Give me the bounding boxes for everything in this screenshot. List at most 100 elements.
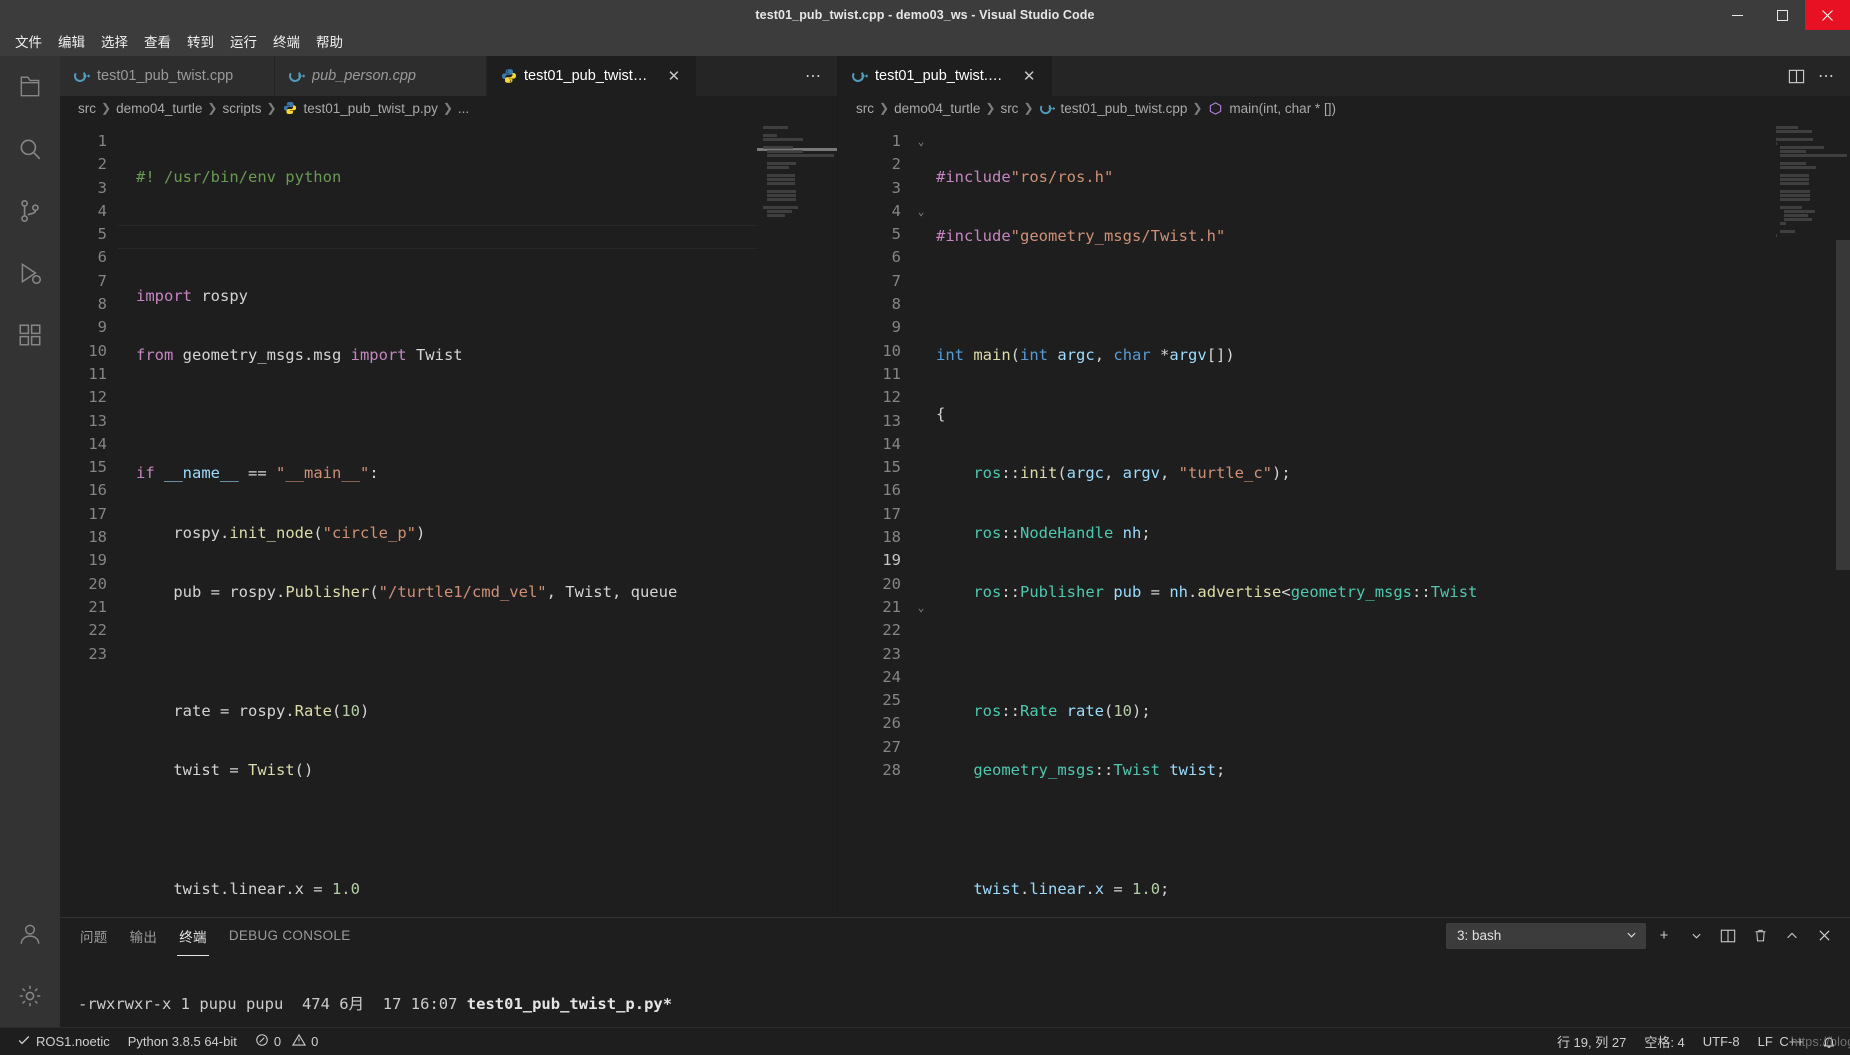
line-number: 7 xyxy=(97,271,107,290)
panel-tab-output[interactable]: 输出 xyxy=(128,922,160,950)
split-terminal-icon[interactable] xyxy=(1714,923,1742,949)
close-panel-icon[interactable] xyxy=(1810,923,1838,949)
breadcrumb-item[interactable]: main(int, char * []) xyxy=(1229,101,1336,116)
activity-account-icon[interactable] xyxy=(0,903,60,965)
menu-go[interactable]: 转到 xyxy=(180,31,221,55)
line-number: 9 xyxy=(97,318,107,337)
tab-test01-pub-twist-cpp-active[interactable]: test01_pub_twist.cpp ✕ xyxy=(838,56,1053,96)
status-encoding[interactable]: UTF-8 xyxy=(1694,1028,1749,1055)
breadcrumb-item[interactable]: test01_pub_twist_p.py xyxy=(304,101,438,116)
left-code-content[interactable]: #! /usr/bin/env python import rospy from… xyxy=(118,120,757,917)
breadcrumb-item[interactable]: src xyxy=(856,101,874,116)
right-vertical-scrollbar[interactable] xyxy=(1836,120,1850,917)
line-number: 24 xyxy=(882,667,901,686)
more-actions-icon[interactable]: ⋯ xyxy=(799,62,827,90)
python-icon xyxy=(282,100,299,117)
minimap-line xyxy=(1780,206,1802,209)
editor-groups: test01_pub_twist.cpp pub_person.cpp test… xyxy=(60,56,1850,917)
tab-label: pub_person.cpp xyxy=(312,68,416,84)
minimize-button[interactable] xyxy=(1715,0,1760,30)
minimap-line xyxy=(1780,166,1816,169)
tab-label: test01_pub_twist_p.py xyxy=(524,68,655,84)
right-tab-actions: ⋯ xyxy=(1782,56,1850,96)
chevron-right-icon: ❯ xyxy=(985,101,996,115)
new-terminal-button[interactable]: + xyxy=(1650,923,1678,949)
line-number: 6 xyxy=(97,248,107,267)
menu-file[interactable]: 文件 xyxy=(8,31,49,55)
line-number: 3 xyxy=(891,178,901,197)
scrollbar-thumb[interactable] xyxy=(1836,240,1850,570)
activity-search-icon[interactable] xyxy=(0,118,60,180)
panel-tab-problems[interactable]: 问题 xyxy=(78,922,110,950)
breadcrumb-item[interactable]: ... xyxy=(458,101,469,116)
close-window-button[interactable] xyxy=(1805,0,1850,30)
line-number: 2 xyxy=(891,155,901,174)
menu-selection[interactable]: 选择 xyxy=(94,31,135,55)
minimap-line xyxy=(1784,214,1809,217)
activity-extensions-icon[interactable] xyxy=(0,304,60,366)
error-icon xyxy=(255,1033,269,1050)
tab-test01-pub-twist-p-py[interactable]: test01_pub_twist_p.py ✕ xyxy=(487,56,697,96)
breadcrumb-item[interactable]: scripts xyxy=(222,101,261,116)
more-actions-icon[interactable]: ⋯ xyxy=(1812,62,1840,90)
close-icon[interactable]: ✕ xyxy=(1020,67,1038,85)
method-symbol-icon xyxy=(1207,100,1224,117)
activity-explorer-icon[interactable] xyxy=(0,56,60,118)
tab-pub-person-cpp[interactable]: pub_person.cpp xyxy=(275,56,487,96)
status-bar: ROS1.noetic Python 3.8.5 64-bit 0 0 行 19… xyxy=(0,1027,1850,1055)
chevron-right-icon: ❯ xyxy=(266,101,277,115)
tab-test01-pub-twist-cpp[interactable]: test01_pub_twist.cpp xyxy=(60,56,275,96)
status-problems[interactable]: 0 0 xyxy=(246,1028,327,1055)
activity-run-debug-icon[interactable] xyxy=(0,242,60,304)
panel-tab-terminal[interactable]: 终端 xyxy=(177,922,209,956)
cpp-icon xyxy=(288,68,305,85)
menu-terminal[interactable]: 终端 xyxy=(266,31,307,55)
left-editor[interactable]: 1 2 3 4 5 6 7 8 9 10 11 12 13 14 15 16 17 18 19 20 21 22 23 #!… xyxy=(60,120,837,917)
line-number: 23 xyxy=(882,644,901,663)
minimap-line xyxy=(1776,234,1778,237)
terminal-output[interactable]: -rwxrwxr-x 1 pupu pupu 474 6月 17 16:07 t… xyxy=(60,953,1850,1027)
line-number: 8 xyxy=(97,295,107,314)
right-horizontal-scrollbar[interactable] xyxy=(912,906,1770,917)
minimap-line xyxy=(1780,146,1824,149)
line-number: 17 xyxy=(882,504,901,523)
menu-view[interactable]: 查看 xyxy=(137,31,178,55)
right-editor[interactable]: 1 ⌄ 2 3 4 ⌄ 5 6 7 8 9 10 11 12 13 14 15 16 17 18 19 20 21 ⌄ 22 23… xyxy=(838,120,1850,917)
minimap-line xyxy=(1780,190,1810,193)
line-number: 22 xyxy=(88,621,107,640)
left-vertical-scrollbar[interactable] xyxy=(823,120,837,917)
maximize-panel-icon[interactable] xyxy=(1778,923,1806,949)
status-python-version[interactable]: Python 3.8.5 64-bit xyxy=(119,1028,246,1055)
maximize-button[interactable] xyxy=(1760,0,1805,30)
kill-terminal-trash-icon[interactable] xyxy=(1746,923,1774,949)
breadcrumb-item[interactable]: src xyxy=(78,101,96,116)
cpp-icon xyxy=(851,68,868,85)
menu-help[interactable]: 帮助 xyxy=(309,31,350,55)
line-number: 10 xyxy=(88,341,107,360)
panel-tab-debug-console[interactable]: DEBUG CONSOLE xyxy=(227,924,353,947)
breadcrumb-item[interactable]: demo04_turtle xyxy=(894,101,980,116)
terminal-text: -rwxrwxr-x 1 pupu pupu 474 6月 17 16:07 xyxy=(78,995,467,1013)
breadcrumb-item[interactable]: demo04_turtle xyxy=(116,101,202,116)
status-remote-indicator[interactable]: ROS1.noetic xyxy=(8,1028,119,1055)
chevron-right-icon: ❯ xyxy=(1192,101,1203,115)
close-icon[interactable]: ✕ xyxy=(666,67,682,85)
cpp-icon xyxy=(1039,100,1056,117)
python-icon xyxy=(500,68,517,85)
status-cursor-position[interactable]: 行 19, 列 27 xyxy=(1548,1028,1635,1055)
line-number: 1 xyxy=(97,132,107,150)
activity-settings-gear-icon[interactable] xyxy=(0,965,60,1027)
minimap-line xyxy=(767,166,789,169)
terminal-selector[interactable]: 3: bash xyxy=(1446,922,1646,949)
minimap-line xyxy=(1780,230,1795,233)
menu-run[interactable]: 运行 xyxy=(223,31,264,55)
activity-source-control-icon[interactable] xyxy=(0,180,60,242)
line-number: 26 xyxy=(882,714,901,733)
menu-edit[interactable]: 编辑 xyxy=(51,31,92,55)
right-code-content[interactable]: #include"ros/ros.h" #include"geometry_ms… xyxy=(912,120,1770,917)
breadcrumb-item[interactable]: test01_pub_twist.cpp xyxy=(1061,101,1188,116)
new-terminal-dropdown-icon[interactable] xyxy=(1682,923,1710,949)
split-editor-icon[interactable] xyxy=(1782,62,1810,90)
breadcrumb-item[interactable]: src xyxy=(1000,101,1018,116)
status-indentation[interactable]: 空格: 4 xyxy=(1635,1028,1693,1055)
